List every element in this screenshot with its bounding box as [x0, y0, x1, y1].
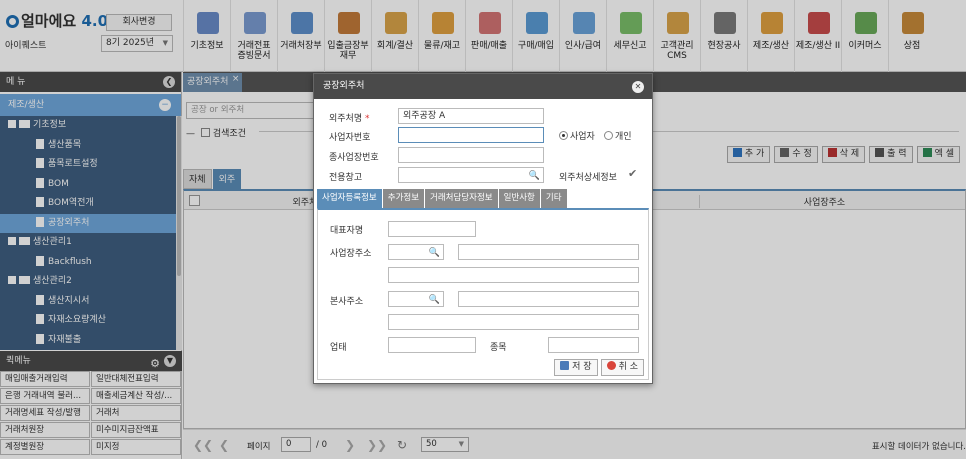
- required-mark: *: [365, 114, 370, 124]
- radio-business-dot[interactable]: [559, 131, 568, 140]
- close-icon[interactable]: ✕: [632, 81, 644, 93]
- dialog-tab[interactable]: 일반사항: [498, 189, 540, 208]
- name-label-text: 외주처명: [329, 114, 363, 124]
- dialog-tab[interactable]: 거래처담당자정보: [425, 189, 498, 208]
- rep-label: 대표자명: [330, 226, 364, 236]
- dialog-tab[interactable]: 기타: [540, 189, 567, 208]
- dialog-header: 공장외주처 ✕: [314, 74, 652, 99]
- warehouse-label: 전용창고: [329, 173, 363, 183]
- name-field[interactable]: 외주공장 A: [398, 108, 544, 124]
- branch-label: 종사업장번호: [329, 153, 379, 163]
- radio-business[interactable]: 사업자: [559, 129, 595, 142]
- radio-business-label: 사업자: [570, 132, 595, 142]
- dialog-tabs: 사업자등록정보 추가정보 거래처담당자정보 일반사항 기타: [317, 189, 568, 208]
- dialog-title: 공장외주처: [323, 81, 365, 91]
- outsource-dialog: 공장외주처 ✕ 외주처명 * 외주공장 A 사업자번호 사업자 개인 종사업장번호…: [313, 73, 653, 384]
- detail-label: 외주처상세정보: [559, 173, 617, 183]
- branch-field[interactable]: [398, 147, 544, 163]
- search-icon[interactable]: 🔍: [529, 169, 540, 183]
- addr-detail-field[interactable]: [388, 267, 639, 283]
- search-icon[interactable]: 🔍: [429, 293, 440, 307]
- dialog-tab[interactable]: 사업자등록정보: [317, 189, 382, 208]
- hq-zip-field[interactable]: 🔍: [388, 291, 444, 307]
- dialog-tab[interactable]: 추가정보: [382, 189, 425, 208]
- cancel-button[interactable]: 취 소: [600, 359, 644, 376]
- hq-label: 본사주소: [330, 297, 364, 307]
- dialog-tab-body: 대표자명 사업장주소 🔍 본사주소 🔍 업태 종목: [317, 208, 649, 380]
- save-button[interactable]: 저 장: [554, 359, 598, 376]
- save-icon: [560, 361, 570, 370]
- item-field[interactable]: [548, 337, 639, 353]
- addr-field[interactable]: [458, 244, 639, 260]
- hq-addr-detail-field[interactable]: [388, 314, 639, 330]
- detail-check-icon[interactable]: ✔: [628, 167, 637, 180]
- cancel-label: 취 소: [618, 362, 638, 372]
- cancel-icon: [606, 361, 616, 370]
- save-label: 저 장: [572, 362, 592, 372]
- dialog-buttons: 저 장 취 소: [551, 359, 644, 376]
- radio-personal-dot[interactable]: [604, 131, 613, 140]
- bizcat-label: 업태: [330, 343, 347, 353]
- search-icon[interactable]: 🔍: [429, 246, 440, 260]
- zip-field[interactable]: 🔍: [388, 244, 444, 260]
- app-window: 얼마에요 4.0 아이퀘스트 회사변경 8기 2025년 ▼ 기초정보 거래전표 증…: [0, 0, 966, 459]
- addr-label: 사업장주소: [330, 249, 372, 259]
- radio-personal-label: 개인: [615, 132, 632, 142]
- radio-personal[interactable]: 개인: [604, 129, 632, 142]
- item-label: 종목: [490, 343, 507, 353]
- hq-addr-field[interactable]: [458, 291, 639, 307]
- bizno-label: 사업자번호: [329, 133, 371, 143]
- rep-field[interactable]: [388, 221, 476, 237]
- bizcat-field[interactable]: [388, 337, 476, 353]
- bizno-field[interactable]: [398, 127, 544, 143]
- warehouse-field[interactable]: 🔍: [398, 167, 544, 183]
- name-label: 외주처명 *: [329, 111, 370, 124]
